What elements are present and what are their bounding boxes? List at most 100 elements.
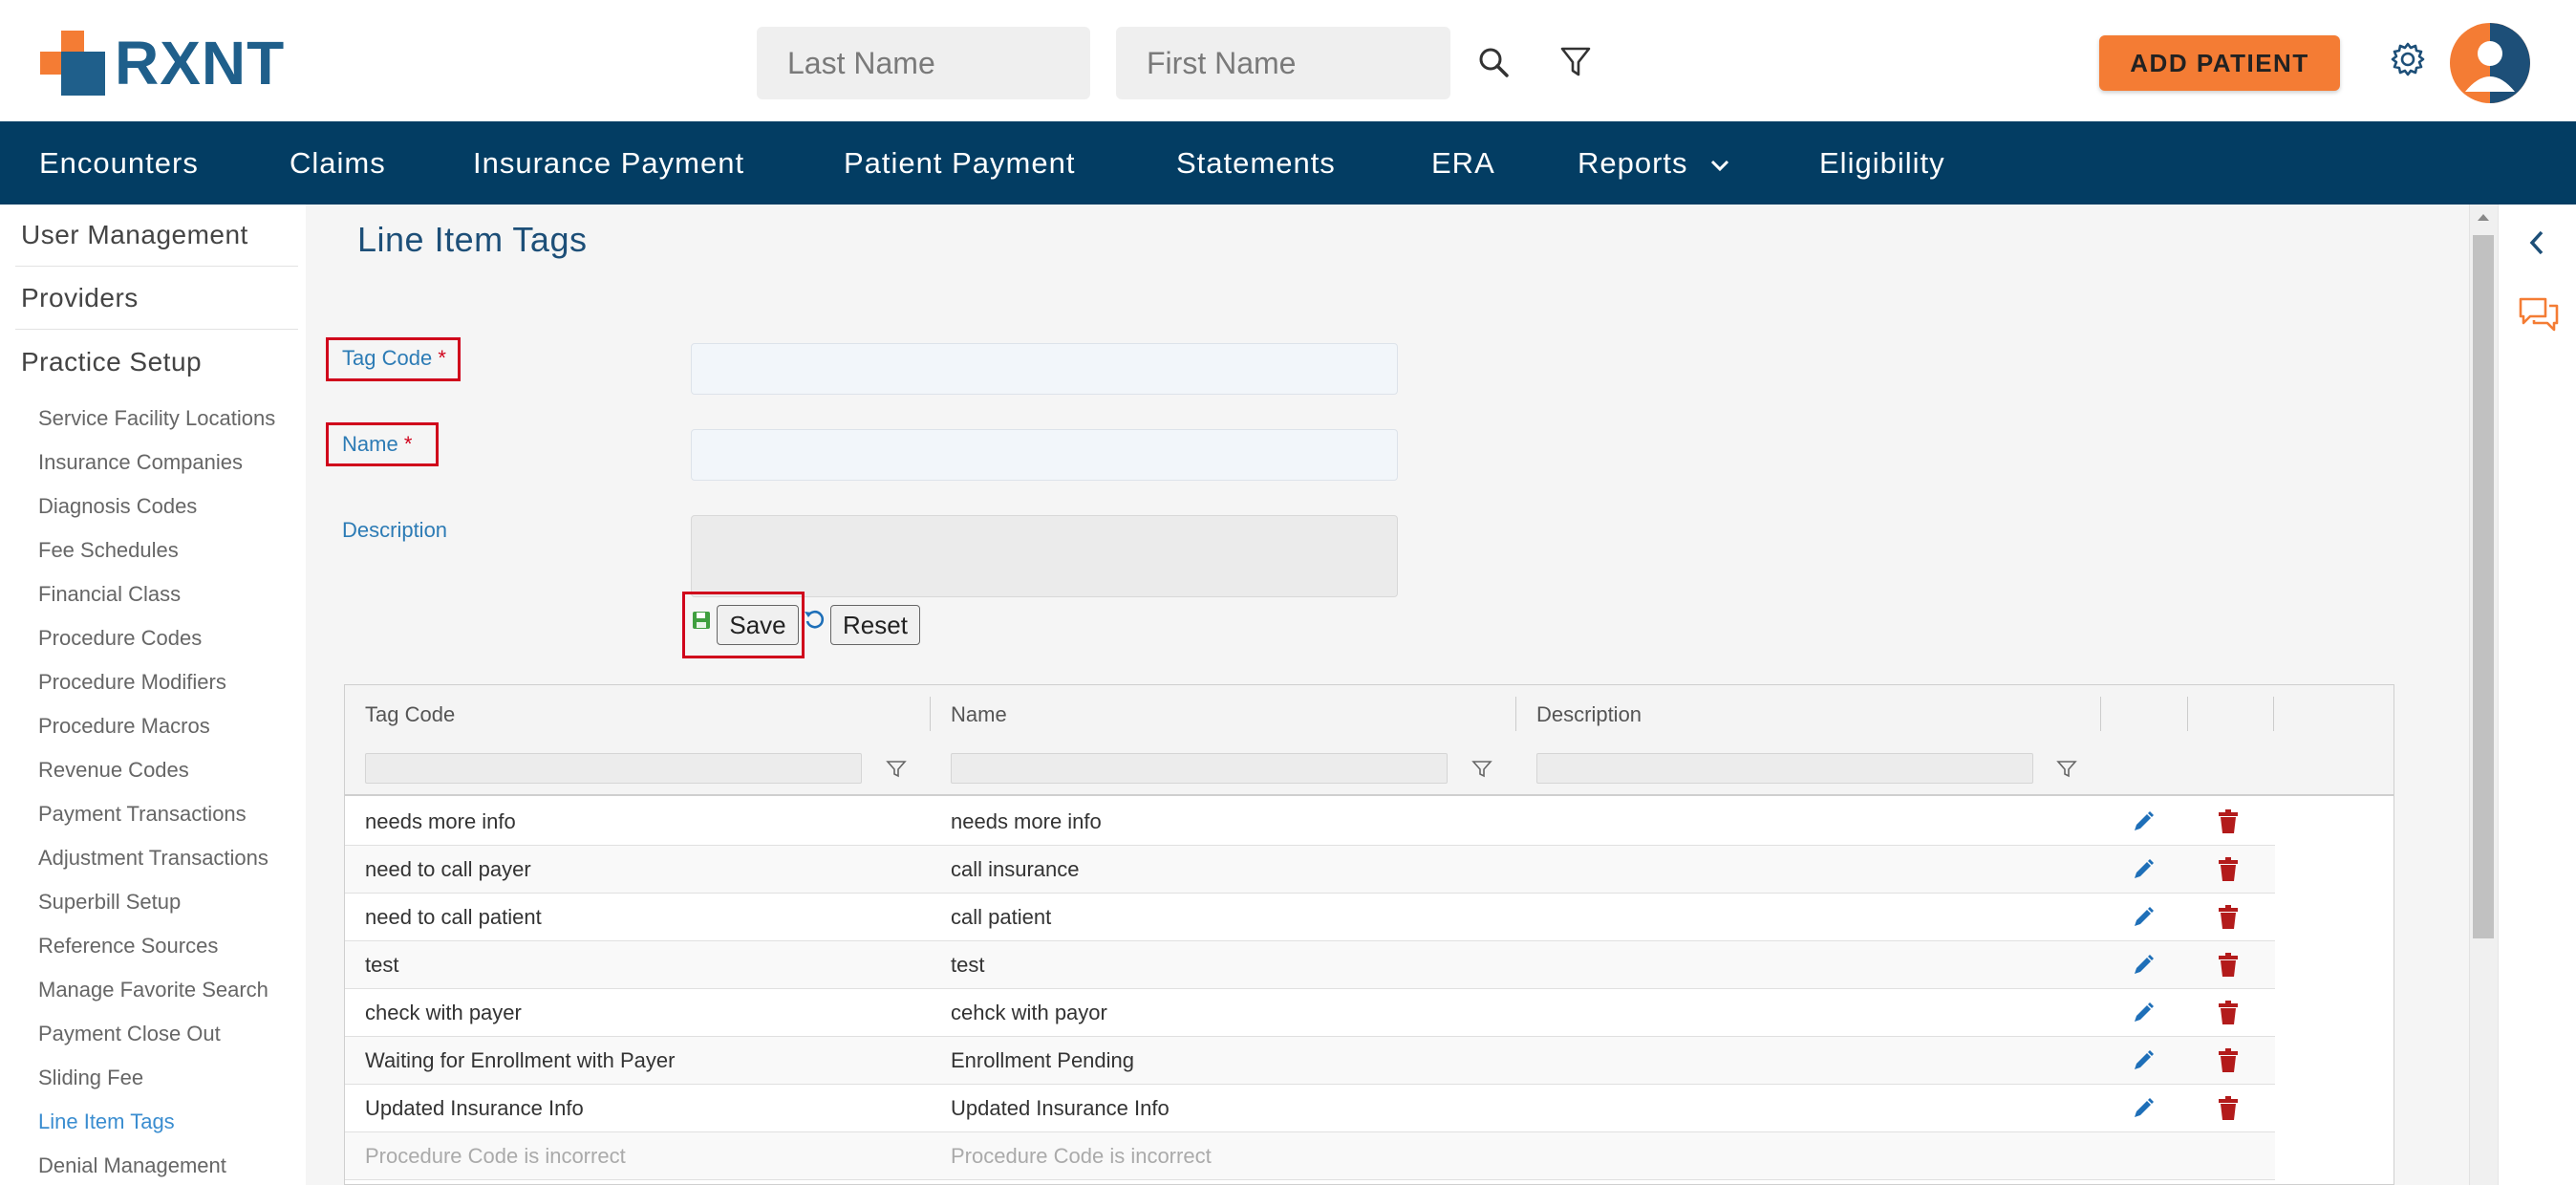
- trash-icon[interactable]: [2218, 1048, 2239, 1073]
- main-nav: Encounters Claims Insurance Payment Pati…: [0, 121, 2576, 205]
- filter-icon[interactable]: [2056, 760, 2077, 779]
- nav-item-claims[interactable]: Claims: [290, 121, 386, 205]
- nav-item-reports[interactable]: Reports: [1578, 121, 1729, 205]
- sidebar-subitem-procedure-codes[interactable]: Procedure Codes: [38, 626, 202, 651]
- trash-icon[interactable]: [2218, 1096, 2239, 1121]
- cross-logo-icon: [40, 31, 105, 96]
- table-row: check with payer cehck with payor: [345, 989, 2275, 1037]
- app-header: RXNT ADD PATIENT: [0, 0, 2576, 121]
- rxnt-logo[interactable]: RXNT: [40, 31, 285, 96]
- sidebar-divider: [15, 266, 298, 267]
- filter-icon[interactable]: [1471, 760, 1492, 779]
- sidebar-subitem-financial-class[interactable]: Financial Class: [38, 582, 181, 607]
- name-input[interactable]: [691, 429, 1398, 481]
- sidebar-subitem-service-facility-locations[interactable]: Service Facility Locations: [38, 406, 275, 431]
- table-row: Waiting for Enrollment with Payer Enroll…: [345, 1037, 2275, 1085]
- sidebar-subitem-superbill-setup[interactable]: Superbill Setup: [38, 890, 181, 915]
- sidebar-subitem-reference-sources[interactable]: Reference Sources: [38, 934, 218, 959]
- name-label: Name *: [342, 432, 412, 457]
- tag-code-input[interactable]: [691, 343, 1398, 395]
- first-name-search-input[interactable]: [1116, 27, 1450, 99]
- add-patient-button[interactable]: ADD PATIENT: [2099, 35, 2340, 91]
- pencil-icon[interactable]: [2132, 1049, 2155, 1072]
- sidebar-divider: [15, 329, 298, 330]
- filter-icon[interactable]: [1554, 40, 1598, 84]
- pencil-icon[interactable]: [2132, 858, 2155, 881]
- sidebar-subitem-manage-favorite-search[interactable]: Manage Favorite Search: [38, 978, 268, 1002]
- sidebar-subitem-payment-transactions[interactable]: Payment Transactions: [38, 802, 247, 827]
- nav-item-statements[interactable]: Statements: [1176, 121, 1336, 205]
- gear-icon[interactable]: [2387, 38, 2429, 80]
- right-rail: [2498, 205, 2576, 1185]
- description-filter-input[interactable]: [1536, 753, 2033, 784]
- cell-name: Updated Insurance Info: [951, 1096, 1170, 1120]
- trash-icon[interactable]: [2218, 953, 2239, 978]
- save-button[interactable]: Save: [717, 605, 799, 645]
- nav-item-encounters[interactable]: Encounters: [39, 121, 199, 205]
- pencil-icon[interactable]: [2132, 810, 2155, 833]
- description-textarea[interactable]: [691, 515, 1398, 597]
- cell-name: needs more info: [951, 809, 1102, 833]
- description-label: Description: [342, 518, 448, 542]
- sidebar-subitem-fee-schedules[interactable]: Fee Schedules: [38, 538, 179, 563]
- table-row: test test: [345, 941, 2275, 989]
- column-header-name[interactable]: Name: [951, 702, 1007, 727]
- chevron-left-icon[interactable]: [2527, 229, 2546, 256]
- pencil-icon[interactable]: [2132, 1097, 2155, 1120]
- cell-name: cehck with payor: [951, 1001, 1107, 1024]
- sidebar-subitem-procedure-macros[interactable]: Procedure Macros: [38, 714, 210, 739]
- column-header-tag-code[interactable]: Tag Code: [365, 702, 455, 727]
- avatar[interactable]: [2450, 23, 2530, 103]
- sidebar-item-user-management[interactable]: User Management: [21, 220, 248, 250]
- trash-icon[interactable]: [2218, 857, 2239, 882]
- pencil-icon[interactable]: [2132, 906, 2155, 929]
- cell-tag-code: need to call patient: [365, 905, 542, 929]
- cell-tag-code: Waiting for Enrollment with Payer: [365, 1048, 676, 1072]
- search-icon[interactable]: [1471, 40, 1515, 84]
- sidebar-subitem-diagnosis-codes[interactable]: Diagnosis Codes: [38, 494, 197, 519]
- tag-code-filter-input[interactable]: [365, 753, 862, 784]
- sidebar-subitem-adjustment-transactions[interactable]: Adjustment Transactions: [38, 846, 268, 871]
- trash-icon[interactable]: [2218, 905, 2239, 930]
- nav-item-eligibility[interactable]: Eligibility: [1819, 121, 1945, 205]
- grid-header: Tag Code Name Description: [345, 685, 2394, 796]
- sidebar-subitem-sliding-fee[interactable]: Sliding Fee: [38, 1066, 143, 1090]
- scrollbar-thumb[interactable]: [2473, 235, 2494, 938]
- chat-icon[interactable]: [2518, 296, 2560, 334]
- sidebar-subitem-revenue-codes[interactable]: Revenue Codes: [38, 758, 189, 783]
- nav-item-patient-payment[interactable]: Patient Payment: [844, 121, 1075, 205]
- sidebar-item-providers[interactable]: Providers: [21, 283, 139, 313]
- reset-button[interactable]: Reset: [830, 605, 920, 645]
- chevron-down-icon: [1711, 160, 1729, 171]
- sidebar-subitem-insurance-companies[interactable]: Insurance Companies: [38, 450, 243, 475]
- cell-name: call insurance: [951, 857, 1080, 881]
- column-divider: [2187, 697, 2188, 731]
- sidebar-item-practice-setup[interactable]: Practice Setup: [21, 347, 202, 377]
- sidebar-subitem-payment-close-out[interactable]: Payment Close Out: [38, 1022, 221, 1046]
- column-divider: [2100, 697, 2101, 731]
- cell-tag-code: test: [365, 953, 399, 977]
- logo-text: RXNT: [115, 29, 286, 97]
- last-name-search-input[interactable]: [757, 27, 1090, 99]
- name-filter-input[interactable]: [951, 753, 1448, 784]
- trash-icon[interactable]: [2218, 1001, 2239, 1025]
- trash-icon[interactable]: [2218, 809, 2239, 834]
- required-marker: *: [403, 432, 413, 456]
- table-row: Updated Insurance Info Updated Insurance…: [345, 1085, 2275, 1132]
- cell-name: Procedure Code is incorrect: [951, 1144, 1212, 1168]
- filter-icon[interactable]: [886, 760, 907, 779]
- scroll-up-arrow-icon[interactable]: [2477, 212, 2490, 222]
- column-header-description[interactable]: Description: [1536, 702, 1642, 727]
- floppy-disk-icon: [693, 612, 710, 629]
- cell-name: test: [951, 953, 985, 977]
- nav-item-insurance-payment[interactable]: Insurance Payment: [473, 121, 744, 205]
- sidebar-subitem-line-item-tags[interactable]: Line Item Tags: [38, 1110, 175, 1134]
- pencil-icon[interactable]: [2132, 1002, 2155, 1024]
- sidebar-subitem-procedure-modifiers[interactable]: Procedure Modifiers: [38, 670, 226, 695]
- sidebar: User Management Providers Practice Setup…: [0, 205, 306, 1185]
- nav-item-era[interactable]: ERA: [1431, 121, 1495, 205]
- main-content: Line Item Tags Tag Code * Name * Descrip…: [306, 205, 2469, 1185]
- pencil-icon[interactable]: [2132, 954, 2155, 977]
- tag-code-label-text: Tag Code: [342, 346, 433, 370]
- sidebar-subitem-denial-management[interactable]: Denial Management: [38, 1153, 226, 1178]
